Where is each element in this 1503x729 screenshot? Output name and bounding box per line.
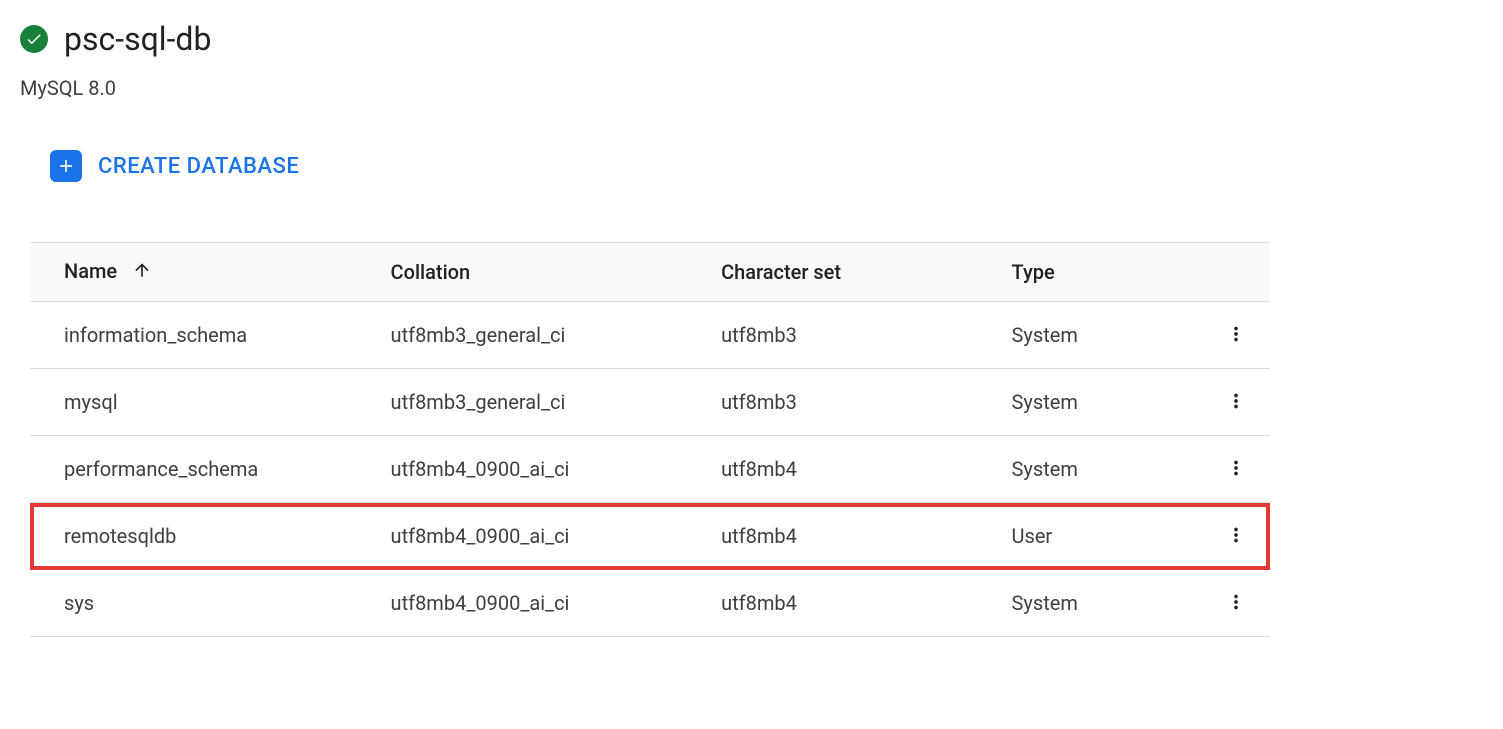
cell-collation: utf8mb4_0900_ai_ci: [371, 570, 702, 637]
column-header-collation[interactable]: Collation: [371, 243, 702, 302]
sort-arrow-up-icon: [132, 260, 152, 285]
cell-charset: utf8mb3: [701, 302, 991, 369]
column-header-actions: [1202, 243, 1270, 302]
cell-type: System: [992, 369, 1202, 436]
cell-name: sys: [30, 570, 371, 637]
cell-collation: utf8mb3_general_ci: [371, 369, 702, 436]
cell-charset: utf8mb3: [701, 369, 991, 436]
cell-collation: utf8mb4_0900_ai_ci: [371, 436, 702, 503]
cell-actions: [1202, 436, 1270, 503]
table-row: performance_schemautf8mb4_0900_ai_ciutf8…: [30, 436, 1270, 503]
cell-type: System: [992, 570, 1202, 637]
cell-type: System: [992, 436, 1202, 503]
cell-collation: utf8mb3_general_ci: [371, 302, 702, 369]
cell-name: information_schema: [30, 302, 371, 369]
table-row: remotesqldbutf8mb4_0900_ai_ciutf8mb4User: [30, 503, 1270, 570]
create-database-label: CREATE DATABASE: [98, 154, 299, 179]
plus-icon: [50, 150, 82, 182]
column-header-charset[interactable]: Character set: [701, 243, 991, 302]
more-vert-icon[interactable]: [1222, 521, 1250, 549]
table-row: mysqlutf8mb3_general_ciutf8mb3System: [30, 369, 1270, 436]
more-vert-icon[interactable]: [1222, 387, 1250, 415]
databases-table: Name Collation Character set Type inform…: [30, 242, 1270, 637]
table-row: information_schemautf8mb3_general_ciutf8…: [30, 302, 1270, 369]
cell-collation: utf8mb4_0900_ai_ci: [371, 503, 702, 570]
cell-charset: utf8mb4: [701, 503, 991, 570]
table-header-row: Name Collation Character set Type: [30, 243, 1270, 302]
cell-name: remotesqldb: [30, 503, 371, 570]
cell-actions: [1202, 503, 1270, 570]
cell-actions: [1202, 369, 1270, 436]
cell-type: System: [992, 302, 1202, 369]
column-header-type[interactable]: Type: [992, 243, 1202, 302]
column-header-name-label: Name: [64, 259, 117, 283]
more-vert-icon[interactable]: [1222, 454, 1250, 482]
cell-actions: [1202, 570, 1270, 637]
more-vert-icon[interactable]: [1222, 588, 1250, 616]
more-vert-icon[interactable]: [1222, 320, 1250, 348]
cell-actions: [1202, 302, 1270, 369]
status-check-icon: [20, 25, 48, 53]
instance-header: psc-sql-db: [20, 20, 1483, 58]
cell-type: User: [992, 503, 1202, 570]
engine-version: MySQL 8.0: [20, 76, 1483, 100]
cell-charset: utf8mb4: [701, 570, 991, 637]
cell-name: mysql: [30, 369, 371, 436]
cell-charset: utf8mb4: [701, 436, 991, 503]
create-database-button[interactable]: CREATE DATABASE: [50, 150, 1483, 182]
table-row: sysutf8mb4_0900_ai_ciutf8mb4System: [30, 570, 1270, 637]
cell-name: performance_schema: [30, 436, 371, 503]
instance-title: psc-sql-db: [64, 20, 211, 58]
column-header-name[interactable]: Name: [30, 243, 371, 302]
